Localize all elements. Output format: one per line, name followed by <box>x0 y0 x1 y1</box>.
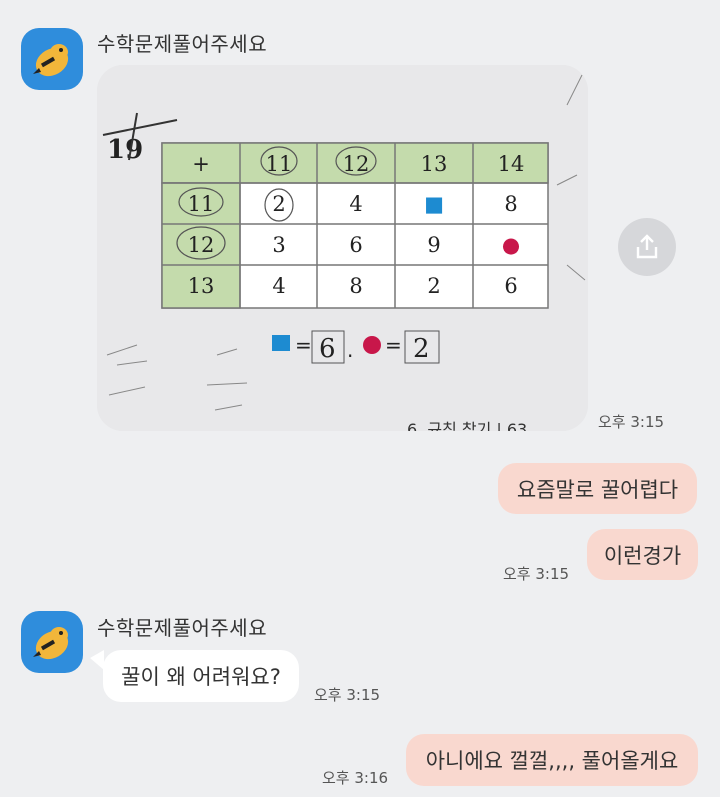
problem-number: 19 <box>107 135 143 165</box>
row-label: 13 <box>188 274 215 298</box>
message-time: 오후 3:16 <box>322 769 389 787</box>
table-cell: 6 <box>504 274 517 298</box>
share-button[interactable] <box>618 218 676 276</box>
share-icon <box>636 234 658 259</box>
my-message-bubble[interactable]: 요즘말로 꿀어렵다 <box>498 463 697 514</box>
avatar-icon[interactable] <box>21 28 83 90</box>
my-message-bubble[interactable]: 아니에요 껄껄,,,, 풀어올게요 <box>406 734 698 786</box>
row-label: 11 <box>188 192 215 216</box>
avatar-icon[interactable] <box>21 611 83 673</box>
message-time: 오후 3:15 <box>314 686 381 704</box>
row-label: 12 <box>188 233 215 257</box>
table-cell: 2 <box>427 274 440 298</box>
svg-text:=: = <box>295 333 312 357</box>
table-cell: 4 <box>272 274 285 298</box>
operator: + <box>192 152 210 176</box>
svg-text:=: = <box>385 333 402 357</box>
header-cell: 13 <box>421 152 448 176</box>
table-cell: ● <box>502 233 520 257</box>
answer-square: 6 <box>319 334 336 364</box>
other-message-bubble[interactable]: 꿀이 왜 어려워요? <box>103 650 299 702</box>
header-cell: 12 <box>343 152 370 176</box>
table-cell: ■ <box>424 192 444 216</box>
message-time: 오후 3:15 <box>503 565 570 583</box>
table-cell: 4 <box>349 192 362 216</box>
sender-name: 수학문제풀어주세요 <box>97 32 268 56</box>
circle-symbol <box>363 336 381 354</box>
square-symbol <box>272 335 290 351</box>
bubble-tail <box>90 650 104 670</box>
sender-name: 수학문제풀어주세요 <box>97 616 268 640</box>
answer-circle: 2 <box>413 334 430 364</box>
svg-text:.: . <box>347 338 353 362</box>
page-footer: 6. 규칙 찾기 | 63 <box>407 420 527 431</box>
table-cell: 2 <box>272 192 285 216</box>
my-message-bubble[interactable]: 이런경가 <box>587 529 698 580</box>
table-cell: 8 <box>349 274 362 298</box>
photo-attachment[interactable]: 19 + 11 12 13 14 11 2 4 ■ 8 12 3 6 9 ● 1… <box>97 65 588 431</box>
header-cell: 14 <box>498 152 525 176</box>
table-cell: 6 <box>349 233 362 257</box>
table-cell: 9 <box>427 233 440 257</box>
table-cell: 8 <box>504 192 517 216</box>
message-time: 오후 3:15 <box>598 413 665 431</box>
table-cell: 3 <box>272 233 285 257</box>
